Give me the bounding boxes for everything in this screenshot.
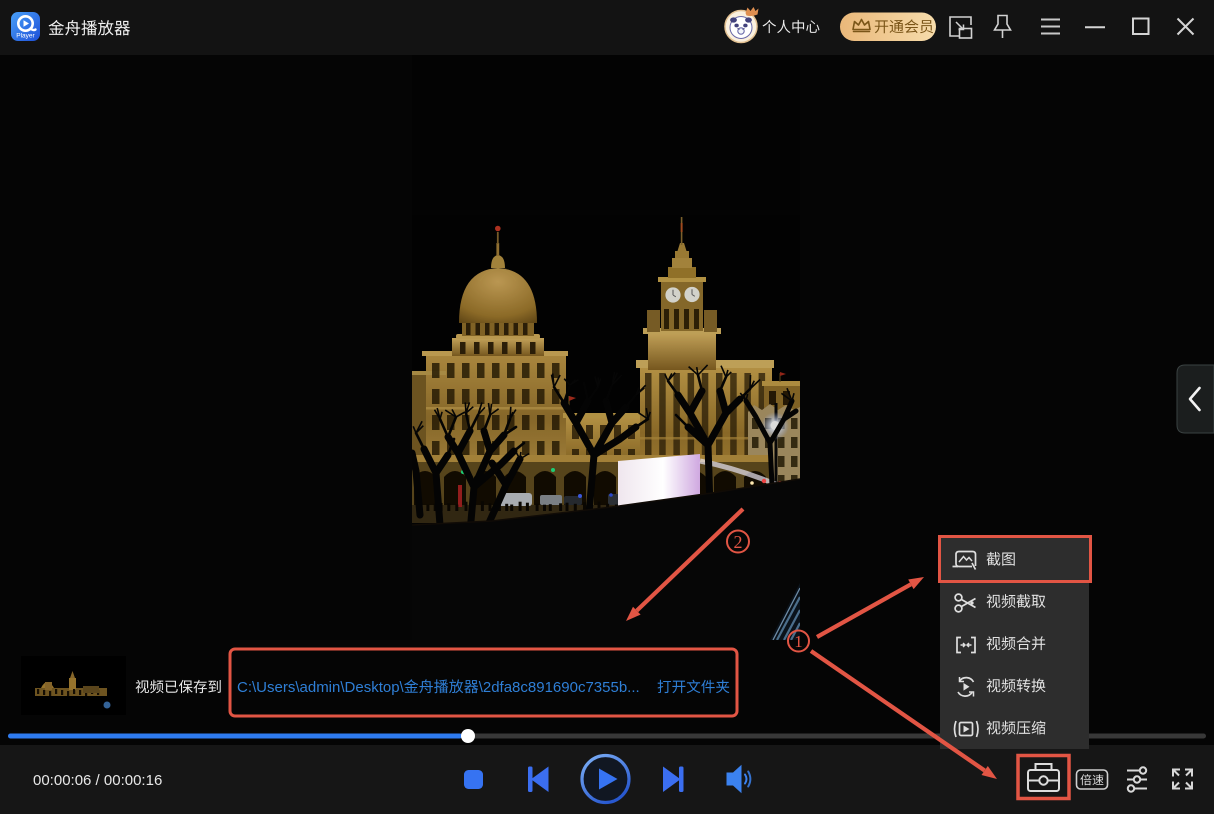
svg-text:C:\Users\admin\Desktop\: C:\Users\admin\Desktop\ (237, 679, 405, 696)
svg-text:2: 2 (734, 532, 743, 552)
svg-text:\2dfa8c891690c7355b...: \2dfa8c891690c7355b... (479, 679, 640, 696)
svg-text:Player: Player (16, 33, 35, 40)
svg-text:00:00:06 / 00:00:16: 00:00:06 / 00:00:16 (33, 772, 162, 789)
svg-text:1: 1 (794, 632, 803, 651)
